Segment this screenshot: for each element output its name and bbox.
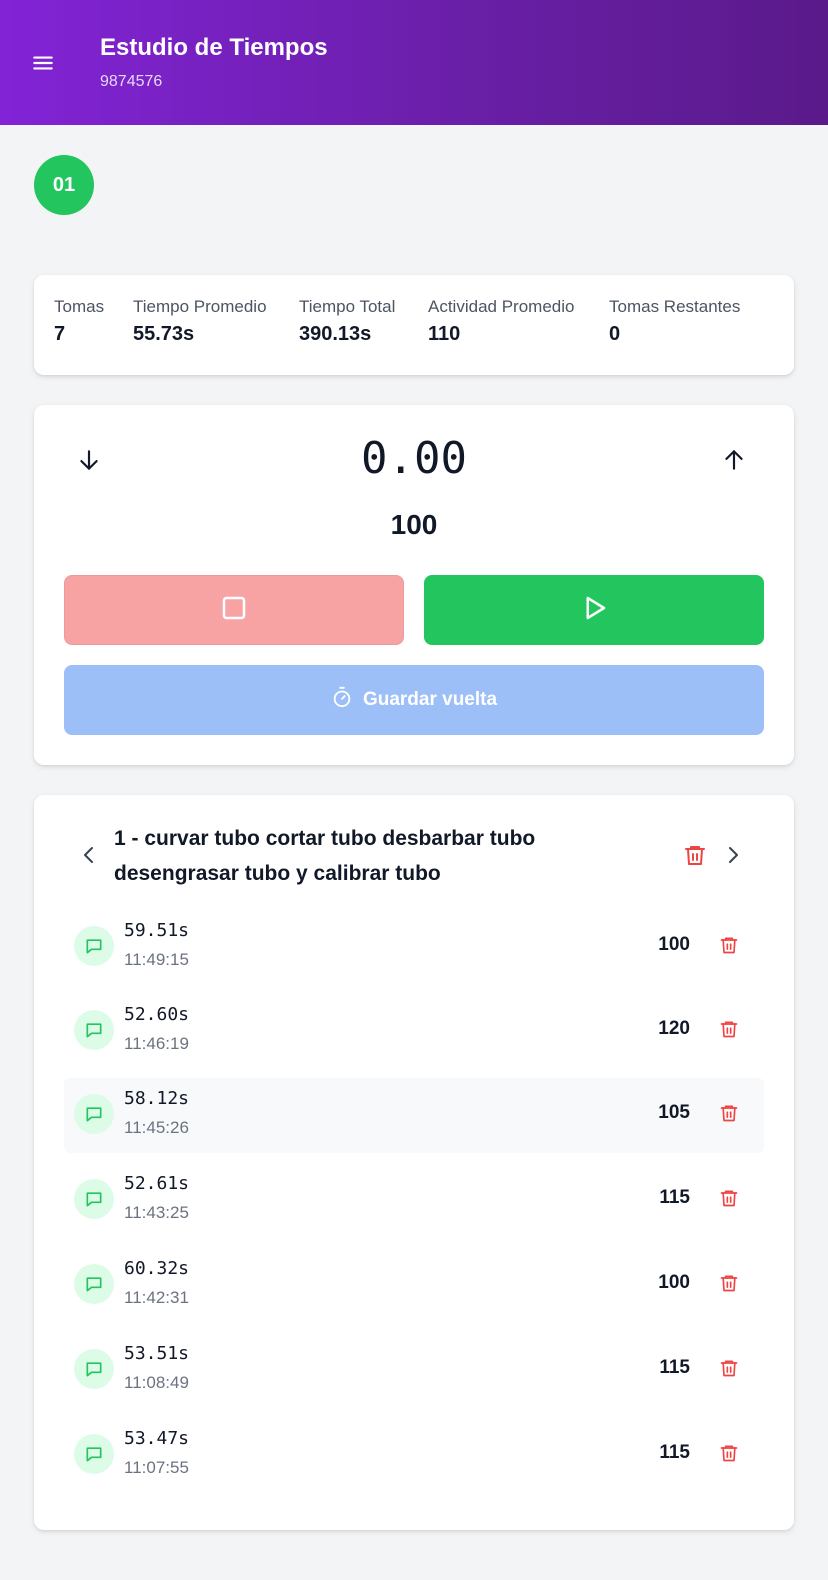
lap-row: 60.32s 11:42:31 100 xyxy=(64,1248,764,1323)
stat-value: 55.73s xyxy=(133,323,195,345)
stat-label: Tomas Restantes xyxy=(609,297,741,316)
lap-time: 52.61s xyxy=(124,1173,190,1194)
lap-row: 53.47s 11:07:55 115 xyxy=(64,1418,764,1493)
lap-time: 60.32s xyxy=(124,1258,190,1279)
lap-activity: 115 xyxy=(659,1442,690,1463)
stat-value: 0 xyxy=(609,323,621,345)
save-lap-button[interactable]: Guardar vuelta xyxy=(64,665,764,735)
stat-value: 110 xyxy=(428,323,461,345)
lap-time: 53.51s xyxy=(124,1343,190,1364)
trash-icon[interactable] xyxy=(716,1100,742,1126)
lap-clock: 11:08:49 xyxy=(124,1373,189,1392)
lap-clock: 11:42:31 xyxy=(124,1288,189,1307)
app-header: Estudio de Tiempos 9874576 xyxy=(0,0,828,125)
stop-button[interactable] xyxy=(64,575,404,645)
chevron-left-icon[interactable] xyxy=(74,840,104,870)
play-icon xyxy=(579,593,609,628)
stat-tiempo-promedio: Tiempo Promedio 55.73s xyxy=(133,297,267,346)
trash-icon[interactable] xyxy=(716,1185,742,1211)
stat-value: 390.13s xyxy=(299,323,372,345)
lap-time: 52.60s xyxy=(124,1004,190,1025)
comment-icon[interactable] xyxy=(74,926,114,966)
lap-clock: 11:07:55 xyxy=(124,1458,189,1477)
lap-row: 58.12s 11:45:26 105 xyxy=(64,1078,764,1153)
trash-icon[interactable] xyxy=(716,1440,742,1466)
comment-icon[interactable] xyxy=(74,1010,114,1050)
stat-label: Actividad Promedio xyxy=(428,297,575,316)
lap-time: 59.51s xyxy=(124,920,190,941)
timer-card: 0.00 100 Guardar vuelta xyxy=(34,405,794,765)
lap-row: 52.60s 11:46:19 120 xyxy=(64,994,764,1069)
lap-row: 52.61s 11:43:25 115 xyxy=(64,1163,764,1238)
timer-display: 0.00 xyxy=(361,433,467,484)
stat-label: Tiempo Promedio xyxy=(133,297,267,316)
lap-row: 53.51s 11:08:49 115 xyxy=(64,1333,764,1408)
stat-tomas: Tomas 7 xyxy=(54,297,104,346)
stat-label: Tomas xyxy=(54,297,105,316)
lap-activity: 115 xyxy=(659,1187,690,1208)
laps-card: 1 - curvar tubo cortar tubo desbarbar tu… xyxy=(34,795,794,1530)
lap-clock: 11:43:25 xyxy=(124,1203,189,1222)
stats-card: Tomas 7 Tiempo Promedio 55.73s Tiempo To… xyxy=(34,275,794,375)
activity-value: 100 xyxy=(390,509,438,540)
lap-activity: 100 xyxy=(658,934,690,955)
lap-clock: 11:45:26 xyxy=(124,1118,189,1137)
comment-icon[interactable] xyxy=(74,1094,114,1134)
stat-tomas-restantes: Tomas Restantes 0 xyxy=(609,297,740,346)
arrow-up-icon[interactable] xyxy=(717,443,751,477)
comment-icon[interactable] xyxy=(74,1264,114,1304)
trash-icon[interactable] xyxy=(716,1270,742,1296)
stat-value: 7 xyxy=(54,323,66,345)
comment-icon[interactable] xyxy=(74,1349,114,1389)
stop-icon xyxy=(219,593,249,628)
lap-time: 58.12s xyxy=(124,1088,190,1109)
task-title: 1 - curvar tubo cortar tubo desbarbar tu… xyxy=(114,827,536,885)
lap-clock: 11:49:15 xyxy=(124,950,189,969)
save-lap-label: Guardar vuelta xyxy=(362,689,498,710)
chevron-right-icon[interactable] xyxy=(718,840,748,870)
comment-icon[interactable] xyxy=(74,1434,114,1474)
step-badge[interactable]: 01 xyxy=(34,155,94,215)
comment-icon[interactable] xyxy=(74,1179,114,1219)
lap-activity: 100 xyxy=(658,1272,690,1293)
page-title: Estudio de Tiempos xyxy=(100,34,328,61)
lap-activity: 105 xyxy=(658,1102,690,1123)
lap-activity: 115 xyxy=(659,1357,690,1378)
trash-icon[interactable] xyxy=(716,932,742,958)
stopwatch-icon xyxy=(331,686,353,714)
trash-icon[interactable] xyxy=(680,840,710,870)
lap-activity: 120 xyxy=(658,1018,690,1039)
lap-clock: 11:46:19 xyxy=(124,1034,189,1053)
stat-label: Tiempo Total xyxy=(299,297,396,316)
stat-tiempo-total: Tiempo Total 390.13s xyxy=(299,297,395,346)
trash-icon[interactable] xyxy=(716,1355,742,1381)
lap-row: 59.51s 11:49:15 100 xyxy=(64,910,764,985)
play-button[interactable] xyxy=(424,575,764,645)
study-id: 9874576 xyxy=(100,73,163,90)
menu-icon[interactable] xyxy=(30,50,56,76)
trash-icon[interactable] xyxy=(716,1016,742,1042)
stat-actividad-promedio: Actividad Promedio 110 xyxy=(428,297,574,346)
lap-time: 53.47s xyxy=(124,1428,190,1449)
